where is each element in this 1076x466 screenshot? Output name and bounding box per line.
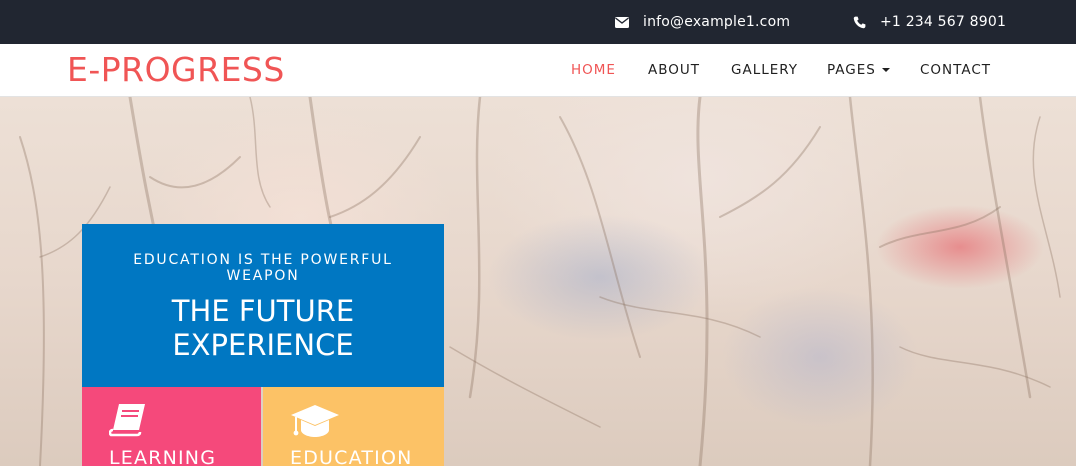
email-link[interactable]: info@example1.com	[615, 0, 790, 44]
hero-title-line1: THE FUTURE	[171, 294, 355, 328]
phone-icon	[853, 16, 866, 29]
hero-card: EDUCATION IS THE POWERFUL WEAPON THE FUT…	[82, 224, 444, 387]
feature-learning-label: LEARNING	[109, 447, 217, 466]
hero-title-line2: EXPERIENCE	[172, 328, 354, 362]
page: info@example1.com +1 234 567 8901 E-PROG…	[0, 0, 1076, 466]
hero-subtitle: EDUCATION IS THE POWERFUL WEAPON	[133, 252, 393, 284]
phone-link[interactable]: +1 234 567 8901	[853, 0, 1006, 44]
hero-banner: EDUCATION IS THE POWERFUL WEAPON THE FUT…	[0, 97, 1076, 466]
feature-learning[interactable]: LEARNING	[82, 387, 261, 466]
nav-item-pages[interactable]: PAGES	[827, 44, 890, 97]
nav-item-contact[interactable]: CONTACT	[920, 44, 991, 97]
nav-item-pages-label: PAGES	[827, 62, 876, 78]
main-navbar: E-PROGRESS HOME ABOUT GALLERY PAGES CONT…	[0, 44, 1076, 97]
nav-item-about[interactable]: ABOUT	[648, 44, 700, 97]
email-text: info@example1.com	[643, 14, 791, 30]
top-contact-bar: info@example1.com +1 234 567 8901	[0, 0, 1076, 44]
envelope-icon	[615, 16, 629, 28]
caret-down-icon	[881, 68, 890, 72]
book-icon	[108, 403, 147, 441]
graduation-cap-icon	[290, 403, 340, 443]
nav-item-home[interactable]: HOME	[571, 44, 616, 97]
nav-menu: HOME ABOUT GALLERY PAGES CONTACT	[0, 44, 1076, 97]
feature-education-label: EDUCATION	[290, 447, 413, 466]
feature-education[interactable]: EDUCATION	[263, 387, 444, 466]
nav-item-gallery[interactable]: GALLERY	[731, 44, 798, 97]
phone-text: +1 234 567 8901	[880, 14, 1007, 30]
hero-title: THE FUTURE EXPERIENCE	[82, 294, 444, 362]
